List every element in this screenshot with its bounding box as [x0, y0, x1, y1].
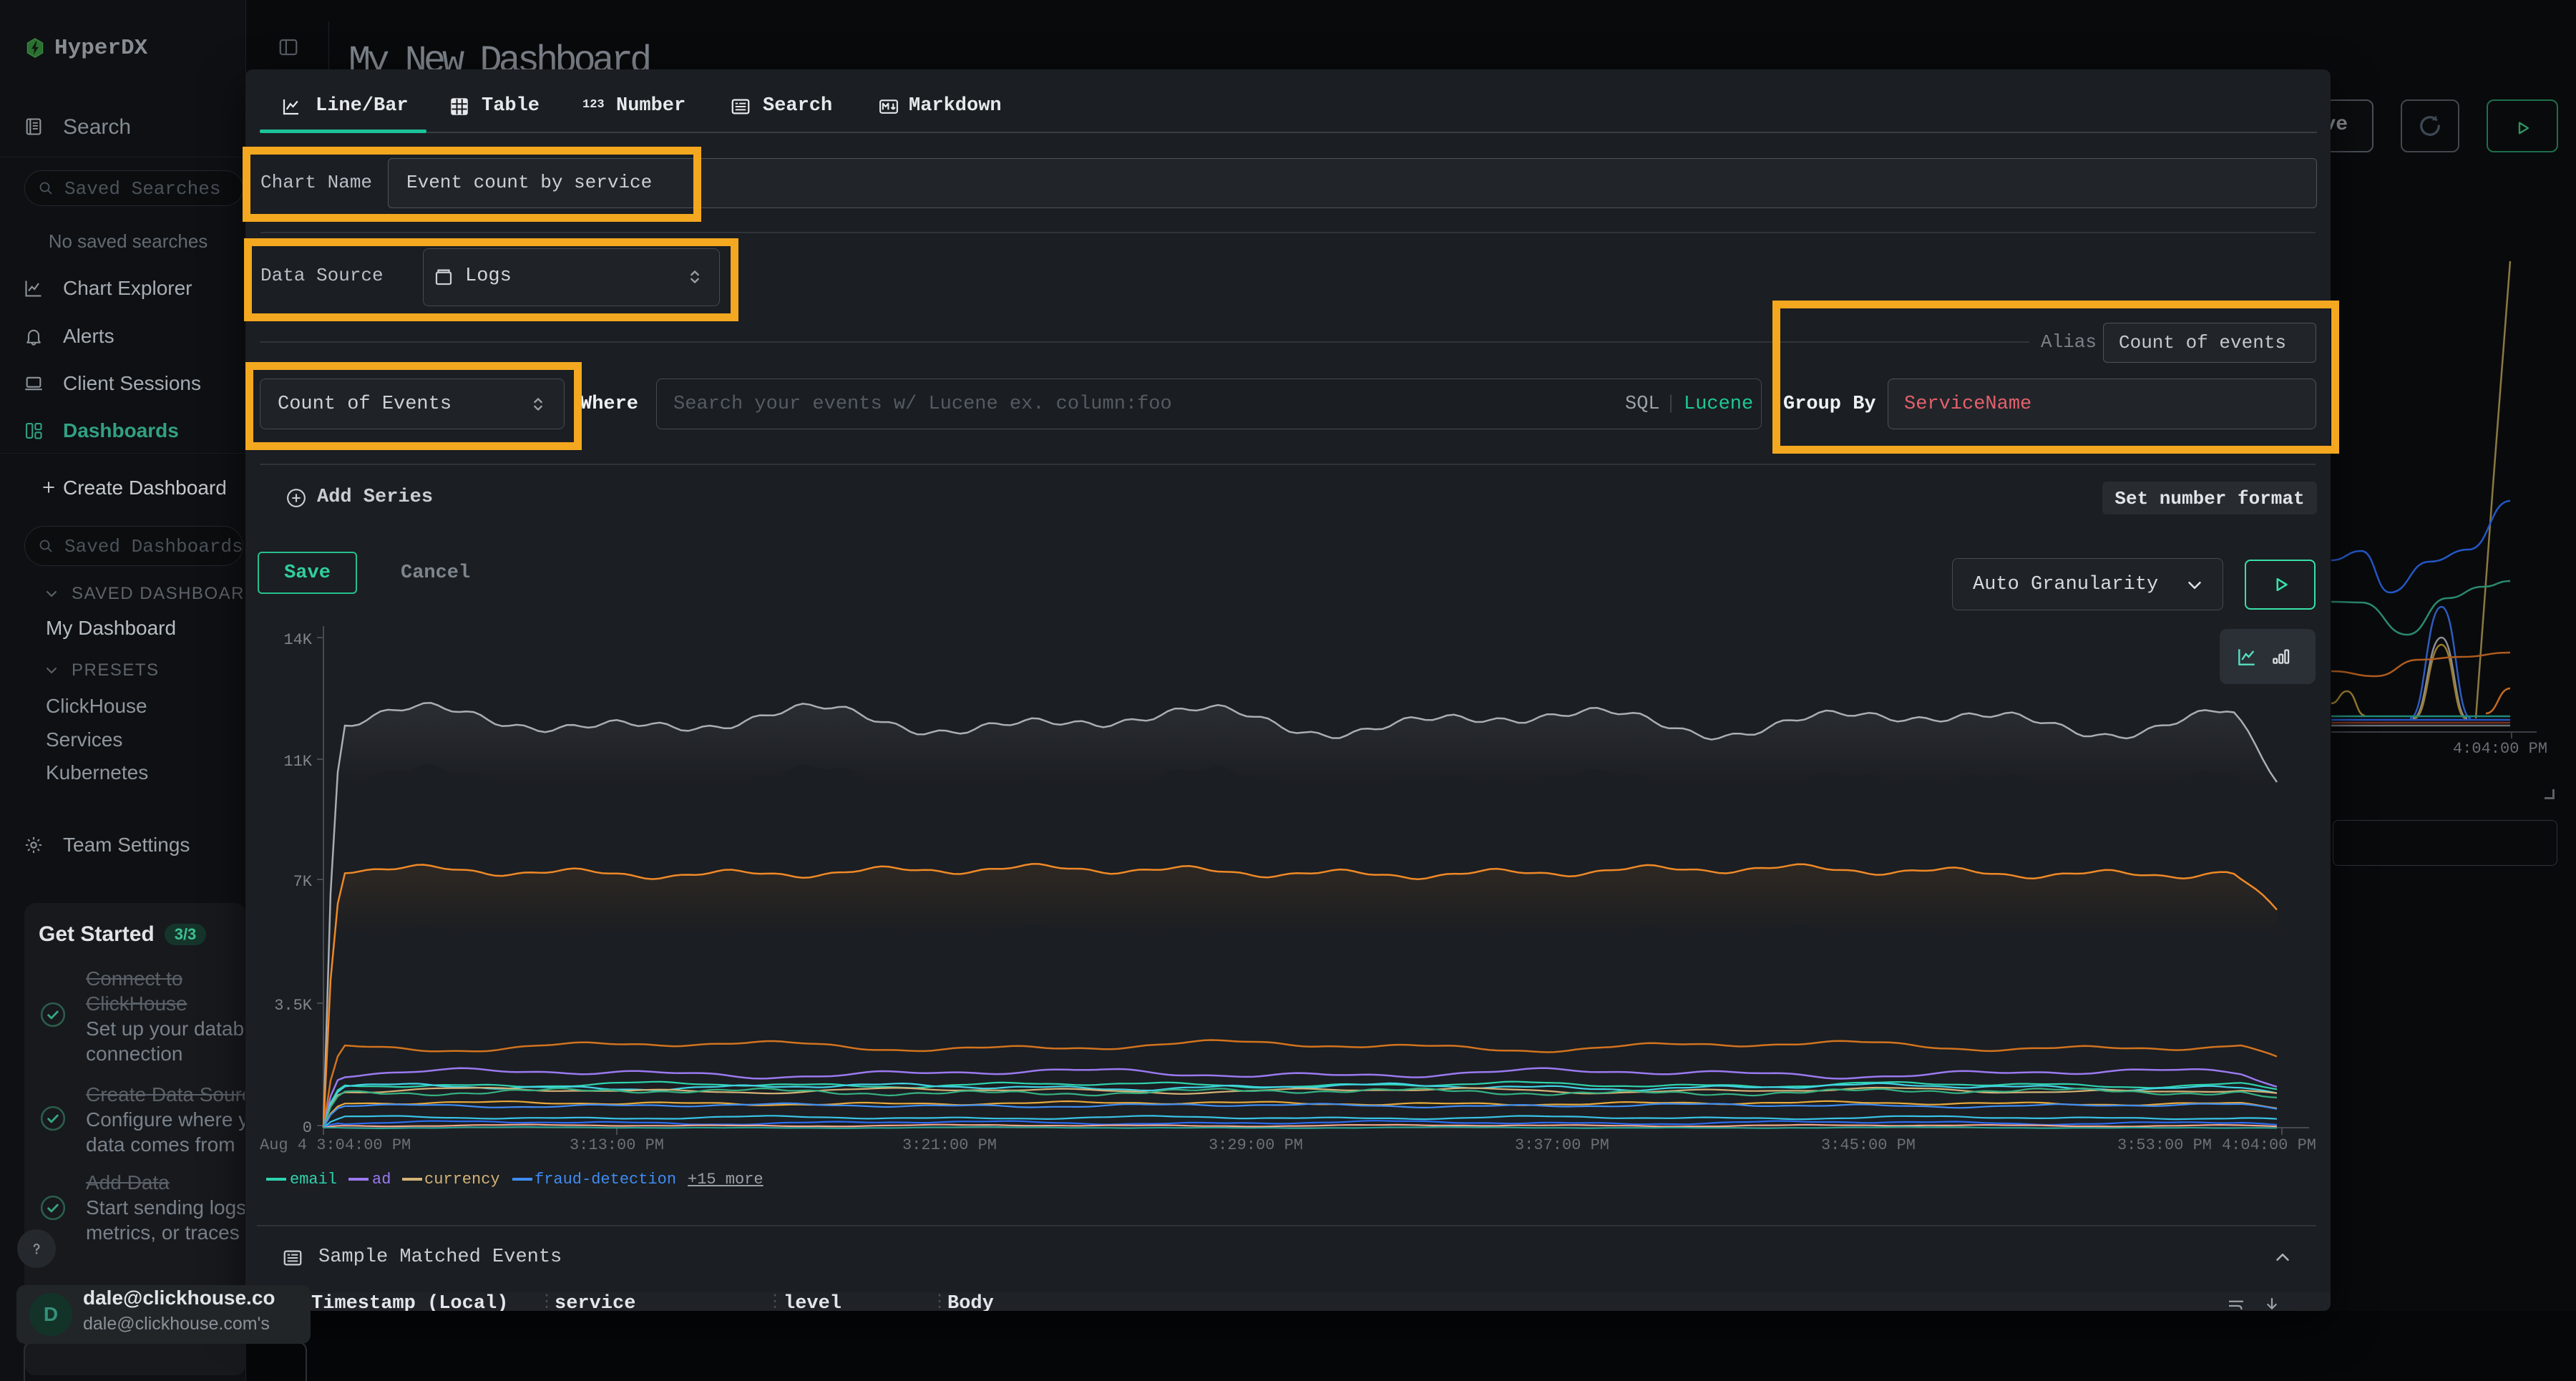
svg-text:Aug 4 3:04:00 PM: Aug 4 3:04:00 PM	[260, 1136, 411, 1154]
svg-text:3:29:00 PM: 3:29:00 PM	[1209, 1136, 1303, 1154]
svg-text:3:45:00 PM: 3:45:00 PM	[1821, 1136, 1916, 1154]
svg-text:3:37:00 PM: 3:37:00 PM	[1515, 1136, 1609, 1154]
svg-text:3:13:00 PM: 3:13:00 PM	[570, 1136, 664, 1154]
svg-text:11K: 11K	[283, 753, 312, 771]
svg-text:3:53:00 PM: 3:53:00 PM	[2117, 1136, 2212, 1154]
svg-text:4:04:00 PM: 4:04:00 PM	[2222, 1136, 2316, 1154]
svg-text:7K: 7K	[293, 873, 313, 891]
svg-text:3.5K: 3.5K	[274, 997, 313, 1015]
svg-text:14K: 14K	[283, 631, 312, 649]
svg-text:3:21:00 PM: 3:21:00 PM	[902, 1136, 997, 1154]
svg-text:0: 0	[303, 1119, 312, 1137]
